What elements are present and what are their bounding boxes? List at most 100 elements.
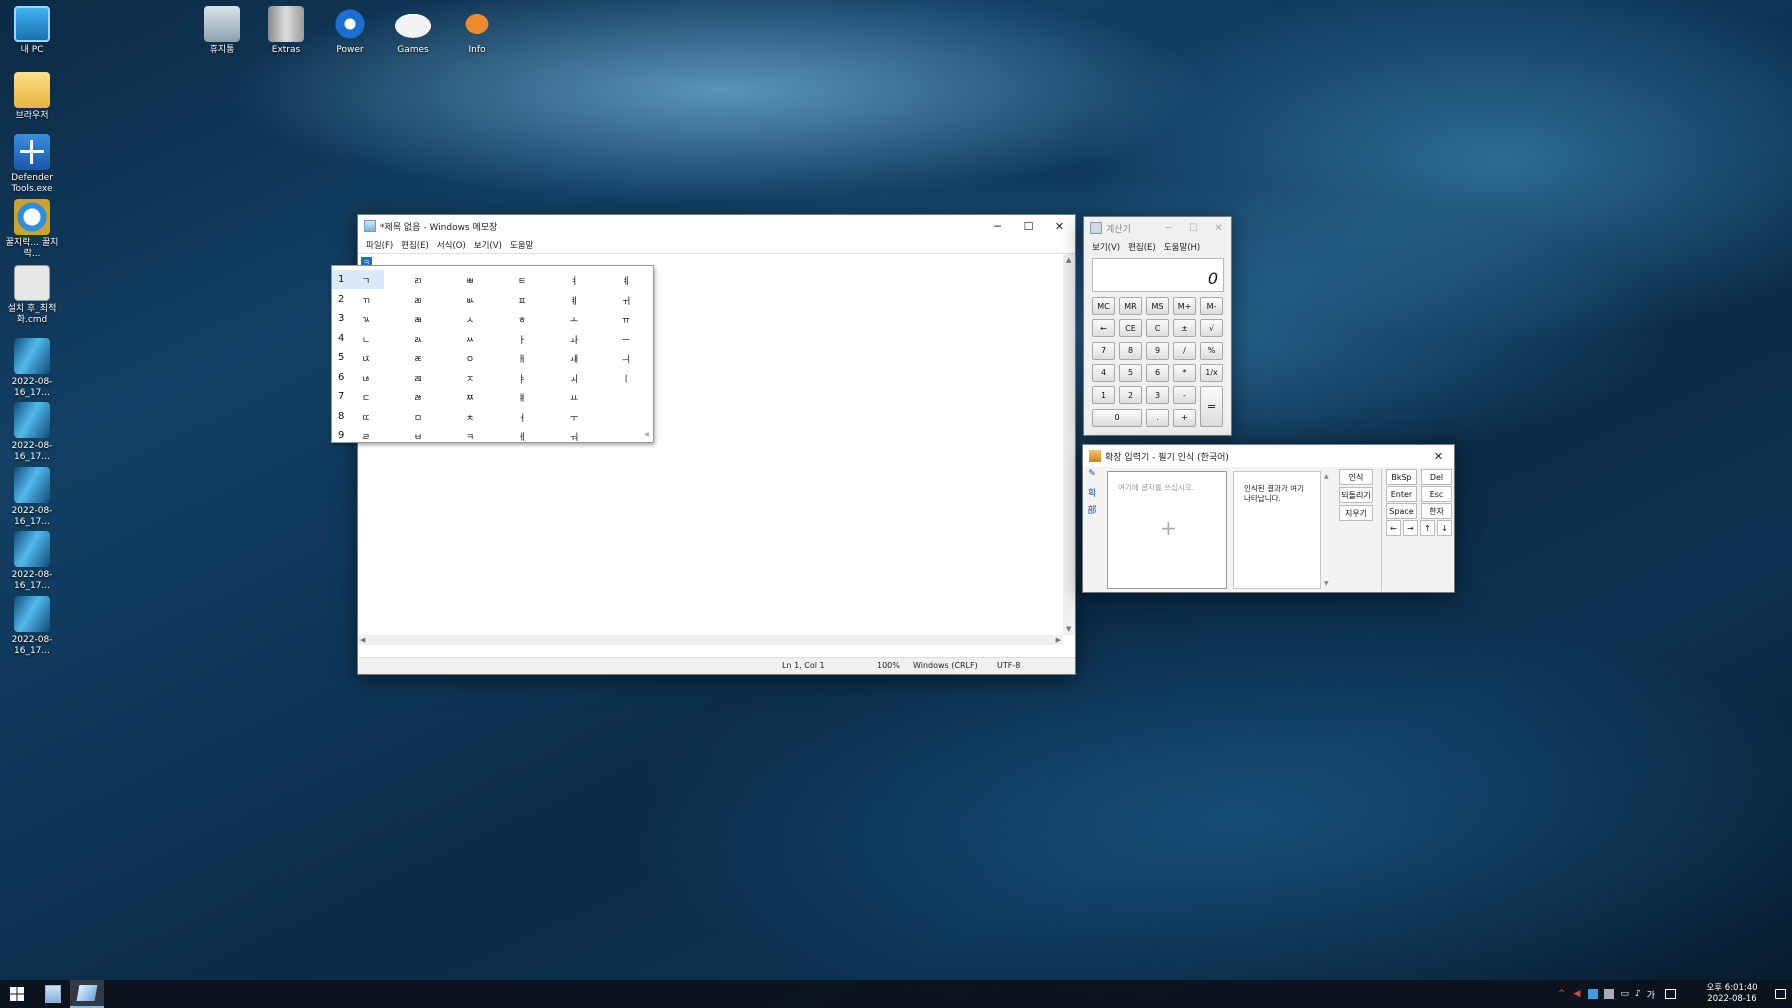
desktop-icon[interactable]: 2022-08-16_17... [0, 531, 64, 592]
calc-key[interactable]: . [1146, 408, 1169, 427]
tray-keyboard-icon[interactable] [1665, 989, 1677, 999]
calc-minimize-button[interactable]: ─ [1156, 217, 1181, 239]
maximize-button[interactable]: ☐ [1013, 215, 1044, 237]
handwriting-pad-window[interactable]: 확장 입력기 - 필기 인식 (한국어) ✕ ✎ 획 部 여기에 글자를 쓰십시… [1082, 444, 1455, 593]
candidate-item[interactable]: ㅙ [554, 352, 594, 365]
notepad-titlebar[interactable]: *제목 없음 - Windows 메모장 ─ ☐ ✕ [358, 215, 1075, 237]
calc-key[interactable]: ← [1092, 319, 1115, 338]
desktop-icon[interactable]: Info [445, 6, 509, 56]
candidate-item[interactable]: ㅆ [450, 333, 490, 346]
candidate-item[interactable]: ㄾ [398, 352, 438, 365]
candidate-item[interactable]: ㄴ [346, 333, 386, 346]
enter-key[interactable]: Enter [1386, 486, 1417, 502]
candidate-item[interactable]: ㅟ [606, 294, 646, 307]
scroll-left-icon[interactable]: ◀ [360, 636, 365, 644]
candidate-item[interactable]: ㅜ [554, 411, 594, 424]
arrow-right-key[interactable]: → [1403, 520, 1418, 536]
candidate-item[interactable]: ㄿ [398, 372, 438, 385]
calc-key[interactable]: C [1146, 319, 1169, 338]
candidate-item[interactable]: ㄱ [346, 274, 386, 287]
backspace-key[interactable]: BkSp [1386, 469, 1417, 485]
radical-icon[interactable]: 部 [1085, 503, 1099, 517]
desktop-icon[interactable]: 내 PC [0, 6, 64, 56]
candidate-item[interactable]: ㅝ [554, 430, 594, 443]
candidate-item[interactable]: ㅍ [502, 294, 542, 307]
desktop-icon[interactable]: Extras [254, 6, 318, 56]
candidate-item[interactable]: ㅓ [502, 411, 542, 424]
tray-security-icon[interactable] [1604, 989, 1615, 999]
notification-button[interactable] [1768, 980, 1792, 1008]
candidate-item[interactable]: ㄶ [346, 372, 386, 385]
candidate-item[interactable]: ㄸ [346, 411, 386, 424]
desktop-icon[interactable]: 2022-08-16_17... [0, 596, 64, 657]
hanja-key[interactable]: 한자 [1421, 503, 1452, 519]
calc-key[interactable]: 1/x [1200, 363, 1223, 382]
candidate-item[interactable]: ㅎ [502, 313, 542, 326]
candidate-item[interactable]: ㄻ [398, 294, 438, 307]
taskbar-notepad[interactable] [38, 980, 68, 1008]
calc-maximize-button[interactable]: ☐ [1181, 217, 1206, 239]
calc-key[interactable]: 1 [1092, 386, 1115, 405]
menu-view[interactable]: 보기(V) [470, 239, 506, 251]
candidate-item[interactable]: ㄳ [346, 313, 386, 326]
candidate-item[interactable]: ㄹ [346, 430, 386, 443]
result-scroll-down-icon[interactable]: ▼ [1324, 580, 1329, 587]
desktop-icon[interactable]: 휴지통 [190, 6, 254, 56]
collapse-icon[interactable]: « [644, 430, 650, 440]
desktop-icon[interactable]: 2022-08-16_17... [0, 467, 64, 528]
candidate-item[interactable]: ㅁ [398, 411, 438, 424]
result-scroll-up-icon[interactable]: ▲ [1324, 473, 1329, 480]
calc-key[interactable]: 0 [1092, 408, 1142, 427]
candidate-item[interactable]: ㄷ [346, 391, 386, 404]
calc-key[interactable]: M- [1200, 297, 1223, 315]
menu-help[interactable]: 도움말 [506, 239, 537, 251]
tray-network-icon[interactable]: ▭ [1620, 989, 1629, 999]
calc-key[interactable]: 3 [1146, 386, 1169, 405]
candidate-item[interactable]: ㅇ [450, 352, 490, 365]
arrow-up-key[interactable]: ↑ [1420, 520, 1435, 536]
candidate-item[interactable]: ㅊ [450, 411, 490, 424]
tray-volume-icon[interactable]: ♪ [1635, 989, 1641, 999]
candidate-item[interactable]: ㄽ [398, 333, 438, 346]
calculator-window[interactable]: 계산기 ─ ☐ ✕ 보기(V) 편집(E) 도움말(H) 0 MC MR MS M+ M… [1083, 216, 1232, 436]
candidate-item[interactable]: ㅒ [502, 391, 542, 404]
desktop-icon[interactable]: 브라우저 [0, 72, 64, 122]
candidate-item[interactable]: ㅚ [554, 372, 594, 385]
hw-close-button[interactable]: ✕ [1423, 445, 1454, 467]
pen-icon[interactable]: ✎ [1085, 469, 1099, 483]
calc-menu-help[interactable]: 도움말(H) [1160, 241, 1204, 253]
desktop-icon[interactable]: 2022-08-16_17... [0, 402, 64, 463]
recognize-button[interactable]: 인식 [1339, 469, 1373, 485]
clear-button[interactable]: 지우기 [1339, 505, 1373, 521]
minimize-button[interactable]: ─ [982, 215, 1013, 237]
taskbar-clock[interactable]: 오후 6:01:40 2022-08-16 [1702, 983, 1762, 1005]
calc-menu-edit[interactable]: 편집(E) [1124, 241, 1160, 253]
candidate-item[interactable]: ㅢ [606, 352, 646, 365]
candidate-item[interactable]: ㅏ [502, 333, 542, 346]
scroll-down-icon[interactable]: ▼ [1066, 625, 1071, 633]
tray-app-icon[interactable] [1588, 989, 1599, 999]
scroll-up-icon[interactable]: ▲ [1066, 256, 1071, 264]
calc-close-button[interactable]: ✕ [1206, 217, 1231, 239]
desktop-icon[interactable]: 설치 후_최적화.cmd [0, 265, 64, 326]
calculator-titlebar[interactable]: 계산기 ─ ☐ ✕ [1084, 217, 1231, 239]
menu-format[interactable]: 서식(O) [433, 239, 470, 251]
candidate-item[interactable]: ㅕ [554, 274, 594, 287]
calc-key[interactable]: MC [1092, 297, 1115, 315]
arrow-down-key[interactable]: ↓ [1437, 520, 1452, 536]
desktop-icon[interactable]: 2022-08-16_17... [0, 338, 64, 399]
calc-key[interactable]: 7 [1092, 341, 1115, 360]
undo-button[interactable]: 되돌리기 [1339, 487, 1373, 503]
candidate-item[interactable]: ㅛ [554, 391, 594, 404]
horizontal-scrollbar[interactable]: ◀ ▶ [358, 635, 1063, 645]
candidate-item[interactable]: ㅉ [450, 391, 490, 404]
taskbar-active-app[interactable] [70, 980, 104, 1008]
candidate-item[interactable]: ㄼ [398, 313, 438, 326]
calc-key[interactable]: M+ [1173, 297, 1196, 315]
candidate-item[interactable]: ㅐ [502, 352, 542, 365]
handwriting-canvas[interactable]: 여기에 글자를 쓰십시오. + [1107, 471, 1227, 589]
desktop-icon[interactable]: Games [381, 6, 445, 56]
menu-edit[interactable]: 편집(E) [397, 239, 433, 251]
ime-mode-indicator[interactable]: 가 [1647, 988, 1655, 1001]
calc-key[interactable]: 6 [1146, 363, 1169, 382]
